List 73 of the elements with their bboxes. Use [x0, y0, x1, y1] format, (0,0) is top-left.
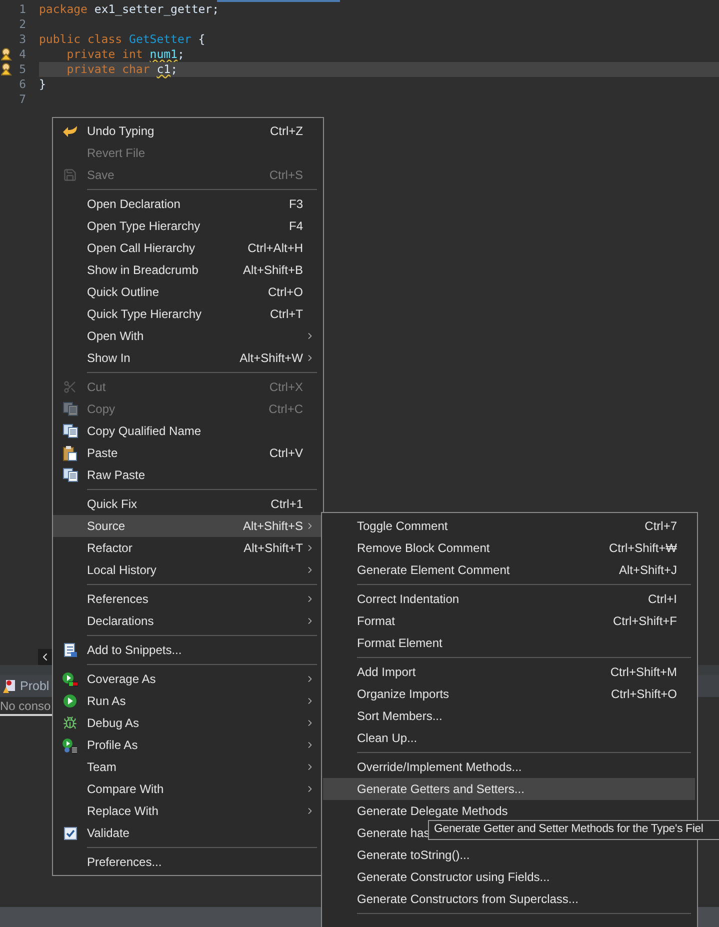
bug-icon	[63, 716, 77, 730]
menu-item[interactable]: Team	[53, 756, 321, 778]
menu-item[interactable]: References	[53, 588, 321, 610]
copy-icon	[62, 424, 78, 438]
clipboard-icon	[63, 446, 77, 460]
tooltip: Generate Getter and Setter Methods for the Type's Fiel	[428, 820, 719, 840]
menu-item[interactable]: Correct Indentation Ctrl+I	[323, 588, 695, 610]
menu-item[interactable]: Organize Imports Ctrl+Shift+O	[323, 683, 695, 705]
line-number: 4	[18, 46, 26, 63]
menu-item[interactable]: Generate Element Comment Alt+Shift+J	[323, 559, 695, 581]
line-number: 7	[18, 90, 26, 108]
checkbox-icon	[64, 826, 76, 840]
menu-item[interactable]: Debug As	[53, 712, 321, 734]
menu-item[interactable]: Compare With	[53, 778, 321, 800]
menu-item[interactable]: Undo Typing Ctrl+Z	[53, 120, 321, 142]
menu-item[interactable]: Generate Delegate Methods	[323, 800, 695, 822]
menu-item[interactable]: Override/Implement Methods...	[323, 756, 695, 778]
menu-item[interactable]: Format Element	[323, 632, 695, 654]
cut-icon	[63, 380, 77, 394]
menu-item[interactable]: Generate Constructors from Superclass...	[323, 888, 695, 910]
run-icon	[63, 694, 77, 708]
line-number: 6	[18, 76, 26, 93]
menu-item[interactable]: Copy Qualified Name	[53, 420, 321, 442]
menu-item[interactable]: Open Type Hierarchy F4	[53, 215, 321, 237]
menu-item[interactable]: Format Ctrl+Shift+F	[323, 610, 695, 632]
menu-item[interactable]: Sort Members...	[323, 705, 695, 727]
menu-item[interactable]: Local History	[53, 559, 321, 581]
menu-item[interactable]: Show In Alt+Shift+W	[53, 347, 321, 369]
menu-item[interactable]: Quick Outline Ctrl+O	[53, 281, 321, 303]
menu-item[interactable]: Show in Breadcrumb Alt+Shift+B	[53, 259, 321, 281]
menu-item[interactable]: Generate Getters and Setters...	[323, 778, 695, 800]
menu-item[interactable]: Refactor Alt+Shift+T	[53, 537, 321, 559]
code-line: private int num1;	[66, 47, 186, 62]
menu-item[interactable]: Coverage As	[53, 668, 321, 690]
line-number: 5	[18, 60, 26, 78]
profile-icon	[62, 738, 78, 752]
problems-tab[interactable]: Probl	[3, 676, 50, 696]
menu-item[interactable]: Declarations	[53, 610, 321, 632]
menu-item[interactable]: Toggle Comment Ctrl+7	[323, 515, 695, 537]
menu-item[interactable]: Raw Paste	[53, 464, 321, 486]
menu-item[interactable]: Paste Ctrl+V	[53, 442, 321, 464]
undo-arrow-icon	[62, 124, 78, 138]
code-line: public class GetSetter {	[39, 32, 206, 47]
menu-item[interactable]: Replace With	[53, 800, 321, 822]
menu-item[interactable]: Remove Block Comment Ctrl+Shift+₩	[323, 537, 695, 559]
menu-item[interactable]: Quick Fix Ctrl+1	[53, 493, 321, 515]
code-line: }	[39, 77, 47, 92]
line-number: 1	[18, 0, 26, 18]
menu-item[interactable]: Validate	[53, 822, 321, 844]
menu-item[interactable]: Profile As	[53, 734, 321, 756]
problems-icon	[3, 678, 17, 694]
menu-item[interactable]: Quick Type Hierarchy Ctrl+T	[53, 303, 321, 325]
menu-item[interactable]: Open Declaration F3	[53, 193, 321, 215]
menu-item[interactable]: Add Import Ctrl+Shift+M	[323, 661, 695, 683]
coverage-icon	[62, 672, 78, 686]
copy-icon	[62, 468, 78, 482]
menu-item[interactable]: Generate Constructor using Fields...	[323, 866, 695, 888]
save-icon	[63, 168, 77, 182]
copy-icon	[62, 402, 78, 416]
menu-item[interactable]: Generate toString()...	[323, 844, 695, 866]
line-number: 3	[18, 30, 26, 48]
scroll-left-button[interactable]	[38, 649, 52, 665]
menu-item[interactable]: Clean Up...	[323, 727, 695, 749]
menu-item[interactable]: Add to Snippets...	[53, 639, 321, 661]
menu-item[interactable]: Preferences...	[53, 851, 321, 873]
document-icon	[62, 642, 78, 658]
code-line: package ex1_setter_getter;	[39, 2, 220, 17]
console-message: No conso	[0, 698, 51, 714]
menu-item[interactable]: Source Alt+Shift+S	[53, 515, 321, 537]
menu-item[interactable]: Open With	[53, 325, 321, 347]
menu-item[interactable]: Open Call Hierarchy Ctrl+Alt+H	[53, 237, 321, 259]
menu-item[interactable]: Run As	[53, 690, 321, 712]
line-number: 2	[18, 16, 26, 33]
